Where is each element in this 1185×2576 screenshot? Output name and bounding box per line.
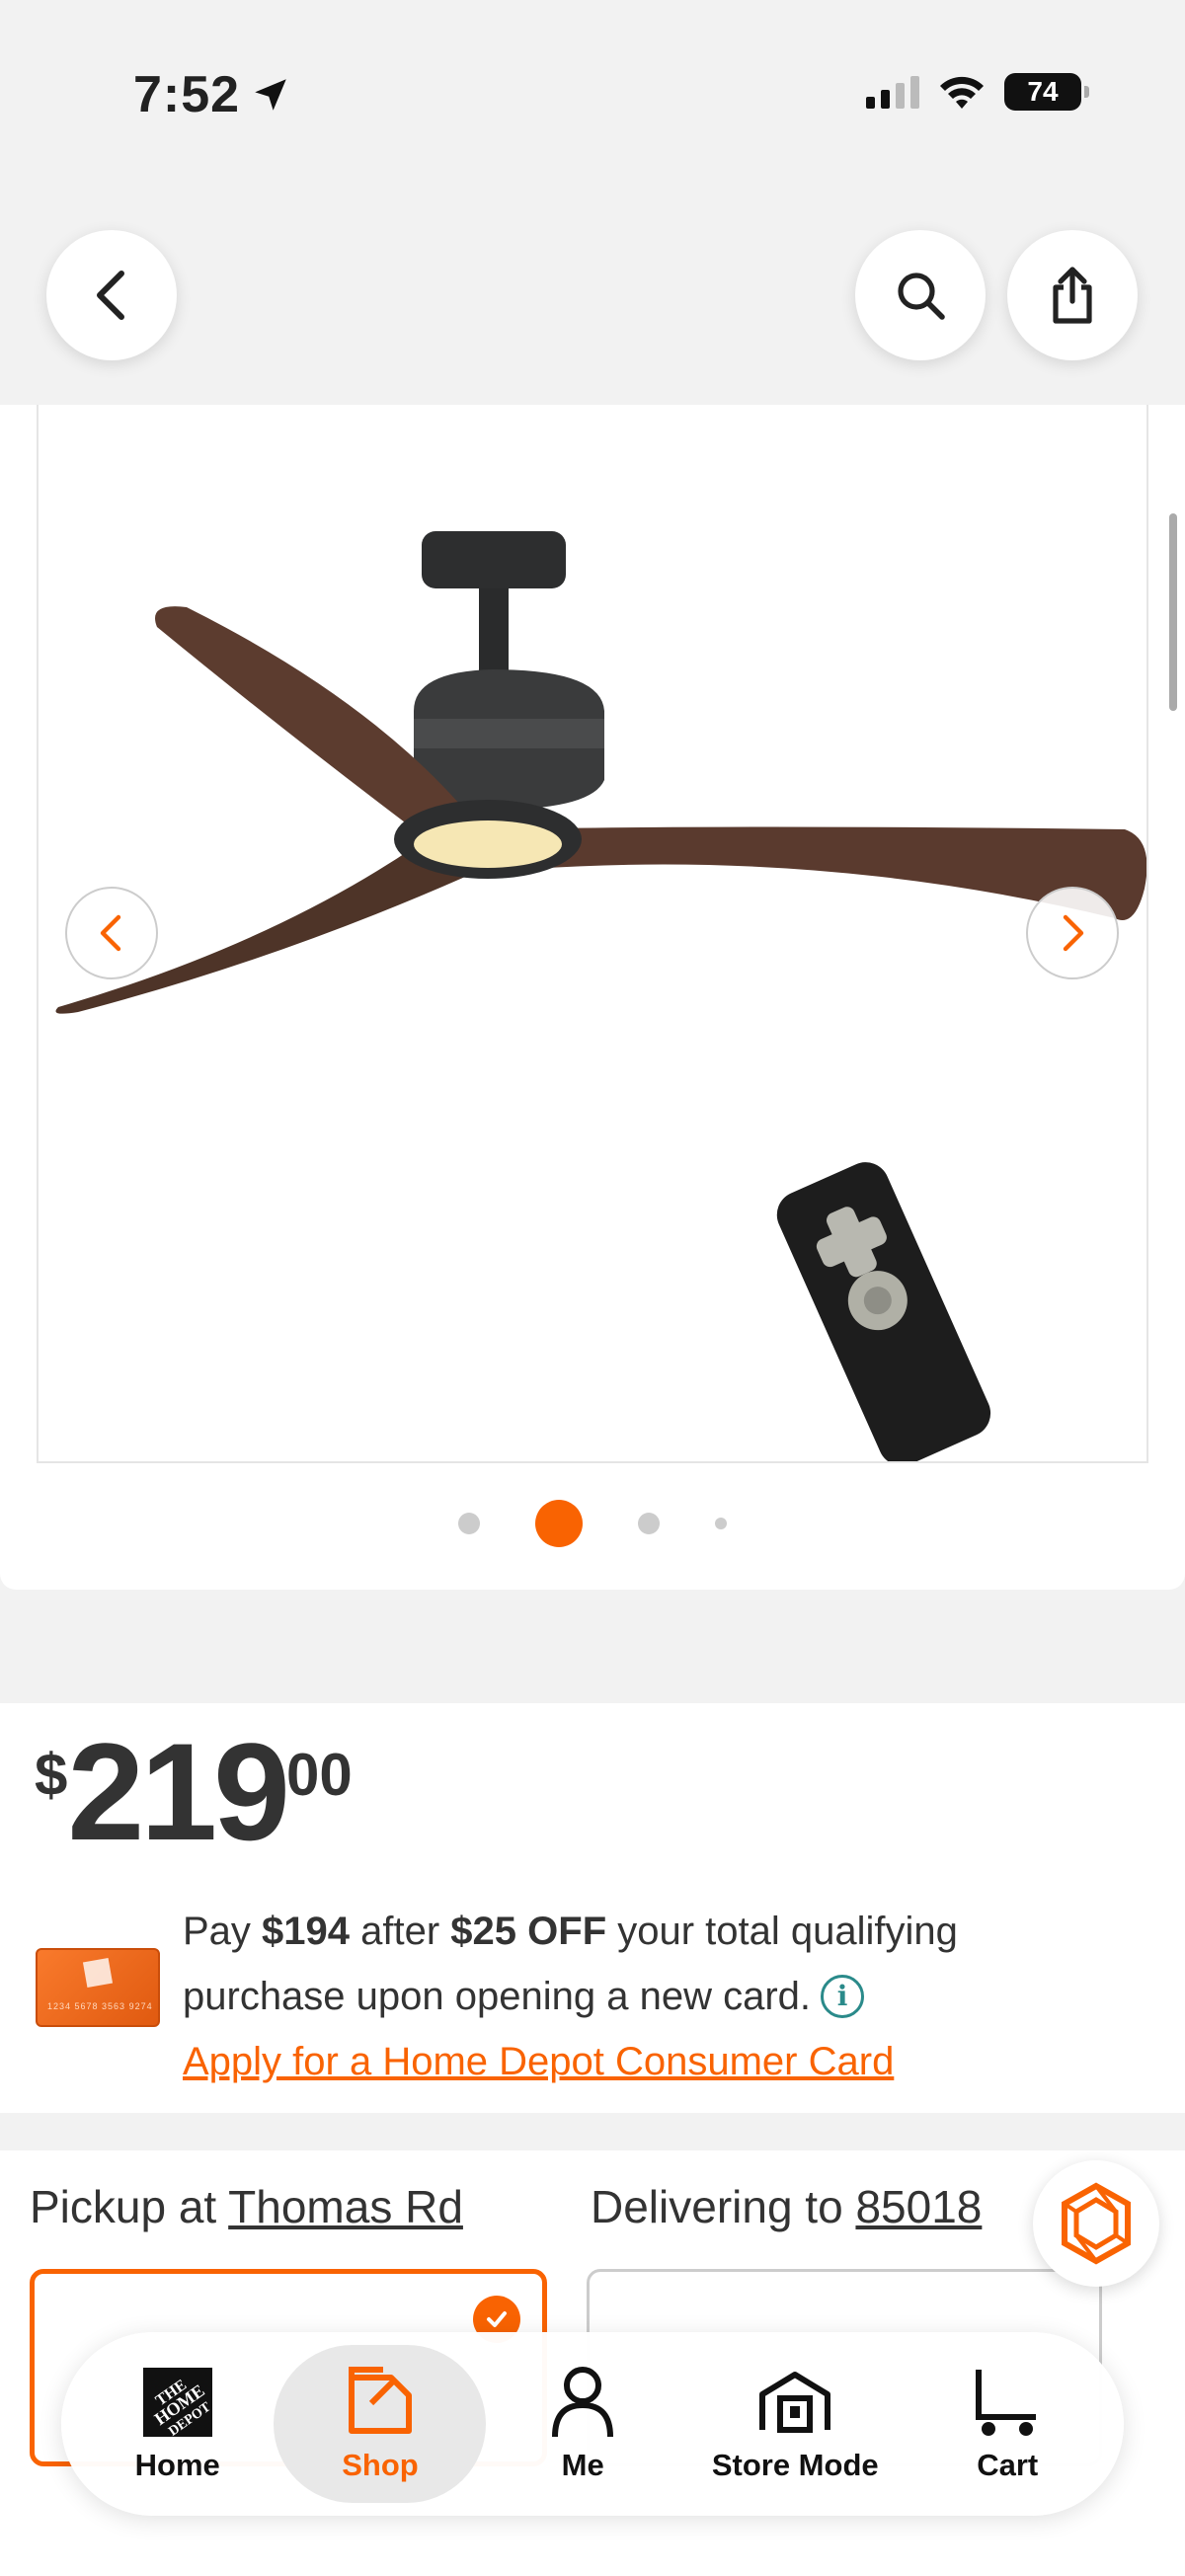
promo-discount: $25 OFF — [450, 1910, 607, 1953]
card-number: 1234 5678 3563 9274 — [47, 2001, 153, 2011]
tab-cart[interactable]: Cart — [911, 2345, 1104, 2503]
tab-label: Home — [134, 2448, 220, 2482]
product-image-frame[interactable] — [37, 405, 1148, 1463]
assistant-button[interactable] — [1033, 2160, 1159, 2287]
price-section: $ 219 00 1234 5678 3563 9274 Pay $194 af… — [0, 1703, 1185, 2113]
chevron-left-icon — [100, 914, 121, 952]
tab-shop[interactable]: Shop — [274, 2345, 487, 2503]
cellular-signal-icon — [866, 75, 919, 109]
chevron-left-icon — [97, 271, 124, 320]
cart-icon — [971, 2365, 1044, 2440]
wifi-icon — [940, 76, 984, 109]
tab-home[interactable]: THE HOME DEPOT Home — [81, 2345, 274, 2503]
location-arrow-icon — [255, 79, 286, 111]
delivery-zip-link[interactable]: 85018 — [855, 2181, 982, 2232]
promo-amount: $194 — [262, 1910, 351, 1953]
bottom-tab-bar: THE HOME DEPOT Home Shop Me Store Mode Car… — [61, 2332, 1124, 2516]
delivery-prefix: Delivering to — [591, 2181, 856, 2232]
battery-icon: 74 — [1004, 73, 1089, 111]
apply-card-link[interactable]: Apply for a Home Depot Consumer Card — [183, 2029, 1071, 2094]
back-button[interactable] — [46, 230, 177, 360]
shop-icon — [344, 2365, 417, 2440]
tab-me[interactable]: Me — [486, 2345, 678, 2503]
carousel-dots — [0, 1500, 1185, 1547]
carousel-dot[interactable] — [638, 1513, 660, 1534]
tab-label: Cart — [977, 2448, 1039, 2482]
status-icons: 74 — [866, 73, 1089, 111]
carousel-dot[interactable] — [715, 1518, 727, 1529]
chevron-right-icon — [1063, 914, 1084, 952]
info-icon[interactable]: i — [821, 1975, 865, 2018]
previous-image-button[interactable] — [65, 887, 158, 979]
status-time: 7:52 — [133, 65, 291, 124]
person-icon — [551, 2365, 614, 2440]
tab-label: Store Mode — [711, 2448, 879, 2482]
share-icon — [1053, 267, 1092, 324]
home-depot-logo-icon: THE HOME DEPOT — [141, 2365, 214, 2440]
tab-store-mode[interactable]: Store Mode — [679, 2345, 911, 2503]
card-promo: Pay $194 after $25 OFF your total qualif… — [183, 1899, 1071, 2094]
store-icon — [758, 2365, 831, 2440]
hexagon-icon — [1062, 2182, 1131, 2265]
carousel-dot[interactable] — [458, 1513, 480, 1534]
price-dollars: 219 — [67, 1714, 290, 1869]
home-depot-logo-icon — [82, 1957, 114, 1989]
time-label: 7:52 — [133, 66, 241, 123]
next-image-button[interactable] — [1026, 887, 1119, 979]
search-icon — [898, 273, 945, 320]
share-button[interactable] — [1007, 230, 1138, 360]
price-currency: $ — [35, 1742, 68, 1808]
promo-text: Pay — [183, 1910, 263, 1953]
scroll-indicator — [1169, 513, 1177, 711]
search-button[interactable] — [855, 230, 986, 360]
tab-label: Shop — [342, 2448, 419, 2482]
product-image — [55, 531, 1146, 1461]
battery-level: 74 — [1027, 76, 1059, 107]
price-cents: 00 — [285, 1742, 353, 1808]
product-image-card — [0, 405, 1185, 1590]
tab-label: Me — [561, 2448, 604, 2482]
pickup-label: Pickup at Thomas Rd — [30, 2180, 463, 2233]
promo-text: after — [350, 1910, 451, 1953]
carousel-dot-active[interactable] — [535, 1500, 583, 1547]
pickup-store-link[interactable]: Thomas Rd — [228, 2181, 463, 2232]
pickup-prefix: Pickup at — [30, 2181, 229, 2232]
status-bar: 7:52 74 — [0, 0, 1185, 188]
delivery-label: Delivering to 85018 — [591, 2180, 982, 2233]
product-price: $ 219 00 — [35, 1723, 353, 1861]
credit-card-image: 1234 5678 3563 9274 — [36, 1948, 160, 2027]
